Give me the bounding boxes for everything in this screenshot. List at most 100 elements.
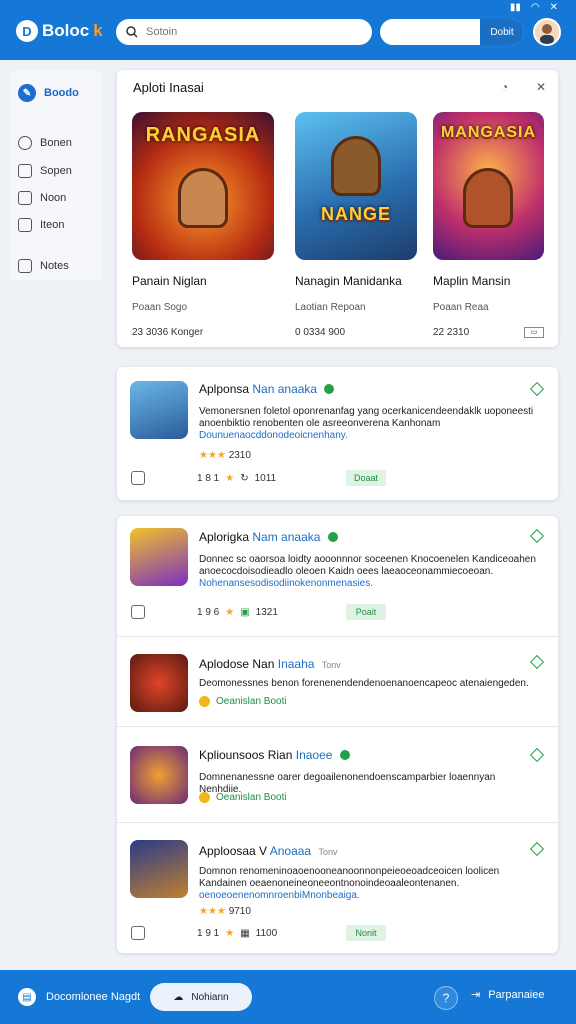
diamond-icon[interactable] — [529, 381, 545, 397]
coin-icon — [199, 696, 210, 707]
diamond-icon[interactable] — [529, 654, 545, 670]
user-avatar-icon — [540, 24, 554, 44]
sidebar-item-notes[interactable]: Notes — [18, 259, 69, 273]
game-cover-image[interactable]: MANGASIA — [433, 112, 544, 260]
verified-icon — [324, 384, 335, 394]
description-text: Vemonersnen foletol oponrenanfag yang oc… — [199, 406, 534, 429]
game-cover-title: NANGE — [320, 204, 391, 224]
diamond-icon[interactable] — [529, 747, 545, 763]
bookmark-icon[interactable] — [131, 605, 145, 619]
bookmark-icon[interactable] — [131, 471, 145, 485]
app-icon[interactable] — [130, 654, 188, 712]
install-button[interactable]: Poait — [346, 604, 386, 620]
game-character — [463, 168, 513, 228]
game-cover-title: MANGASIA — [440, 124, 537, 141]
pen-icon: ✎ — [18, 84, 36, 102]
logo-accent: k — [93, 21, 103, 40]
app-footer: 1 9 6 ★ ▣ 1321 Poait — [131, 604, 544, 620]
sidebar-item-boodo[interactable]: ✎ Boodo — [18, 84, 79, 102]
secondary-search-input[interactable] — [384, 19, 480, 45]
app-logo[interactable]: D Boloc k — [16, 20, 103, 42]
logout-icon: ⇥ — [471, 989, 481, 1001]
sidebar-item-label: Iteon — [40, 219, 65, 231]
featured-game-card[interactable]: RANGASIA Panain Niglan Poaan Sogo 23 303… — [132, 112, 274, 338]
bookmark-icon — [18, 191, 32, 205]
app-list-card: Aplorigka Nam anaaka Donnec sc oaorsoa l… — [117, 516, 558, 953]
install-button[interactable]: Nonit — [346, 925, 386, 941]
featured-title: Aploti Inasai — [133, 80, 204, 95]
app-version: Tonv — [318, 847, 338, 857]
cloud-icon: ☁ — [173, 991, 184, 1003]
app-description: Deomonessnes benon forenenendendenoenano… — [199, 678, 529, 689]
more-icon[interactable]: ▭ — [524, 327, 544, 338]
game-developer: Poaan Reaa — [433, 302, 489, 313]
search-button[interactable]: Dobit — [480, 19, 524, 45]
footer-count: 1321 — [255, 606, 278, 618]
app-icon[interactable] — [130, 381, 188, 439]
sidebar: ✎ Boodo Bonen Sopen Noon Iteon Notes — [10, 70, 102, 280]
verified-icon — [327, 532, 338, 542]
bottom-left-label: Docomlonee Nagdt — [46, 991, 141, 1003]
game-cover-image[interactable]: RANGASIA — [132, 112, 274, 260]
bottom-pill-button[interactable]: ☁ Nohiann — [150, 983, 252, 1011]
app-name: Aplodose Nan — [199, 657, 275, 671]
clock-icon — [18, 136, 32, 150]
avatar[interactable] — [533, 18, 561, 46]
star-icons: ★★★ — [199, 906, 226, 917]
description-link[interactable]: oenoeoenenomnroenbiMnonbeaiga. — [199, 890, 360, 901]
notes-icon — [18, 259, 32, 273]
app-icon[interactable] — [130, 746, 188, 804]
sidebar-item-label: Boodo — [44, 87, 79, 99]
app-title: Aplodose Nan Inaaha Tonv — [199, 657, 341, 671]
bookmark-icon[interactable] — [131, 926, 145, 940]
close-icon[interactable]: ✕ — [536, 80, 546, 94]
app-icon[interactable] — [130, 528, 188, 586]
app-footer: 1 9 1 ★ ▦ 1100 Nonit — [131, 925, 544, 941]
app-name-highlight: Nam anaaka — [252, 530, 321, 544]
app-name-highlight: Inaoee — [295, 748, 333, 762]
sidebar-item-noon[interactable]: Noon — [18, 191, 66, 205]
diamond-icon[interactable] — [529, 841, 545, 857]
app-description: Donnec sc oaorsoa loidty aooonnnor socee… — [199, 554, 539, 590]
app-title: Kpliounsoos Rian Inaoee — [199, 748, 350, 762]
app-icon[interactable] — [130, 840, 188, 898]
secondary-search[interactable]: Dobit — [380, 19, 524, 45]
description-link[interactable]: Dounuenaocddonodeoicnenhany. — [199, 430, 348, 441]
bottom-right-action[interactable]: ⇥ Parpanaiee — [471, 988, 545, 1002]
star-icon: ★ — [225, 472, 235, 484]
app-list-card: Aplponsa Nan anaaka Vemonersnen foletol … — [117, 367, 558, 500]
app-name-highlight: Inaaha — [277, 657, 315, 671]
signal-icon: ▮▮ — [509, 2, 521, 13]
app-description: Vemonersnen foletol oponrenanfag yang oc… — [199, 406, 539, 442]
game-name: Maplin Mansin — [433, 274, 511, 288]
diamond-icon[interactable] — [529, 528, 545, 544]
game-developer: Laotian Repoan — [295, 302, 366, 313]
refresh-icon: ↻ — [240, 472, 249, 484]
status-bar: ▮▮ ◠ ✕ — [510, 2, 558, 13]
search-bar[interactable] — [116, 19, 372, 45]
info-icon[interactable]: ◔ — [501, 80, 508, 94]
bottom-left-action[interactable]: ▤ Docomlonee Nagdt — [18, 988, 140, 1006]
coin-badge: Oeanislan Booti — [199, 792, 287, 803]
badge-text: Oeanislan Booti — [216, 696, 287, 707]
featured-game-card[interactable]: NANGE Nanagin Manidanka Laotian Repoan 0… — [295, 112, 417, 338]
help-icon[interactable]: ? — [434, 986, 458, 1010]
description-link[interactable]: Nohenansesodisodiinokenonmenasies. — [199, 578, 373, 589]
featured-game-card[interactable]: MANGASIA Maplin Mansin Poaan Reaa 22 231… — [433, 112, 544, 338]
sidebar-item-sopen[interactable]: Sopen — [18, 164, 72, 178]
app-version: Tonv — [321, 660, 341, 670]
app-title: Aplorigka Nam anaaka — [199, 530, 338, 544]
wifi-icon: ◠ — [530, 2, 540, 13]
divider — [117, 726, 558, 727]
close-icon[interactable]: ✕ — [550, 2, 558, 13]
sidebar-item-iteon[interactable]: Iteon — [18, 218, 64, 232]
install-button[interactable]: Doaat — [346, 470, 386, 486]
sidebar-item-label: Bonen — [40, 137, 72, 149]
game-cover-image[interactable]: NANGE — [295, 112, 417, 260]
coin-icon — [199, 792, 210, 803]
image-icon — [18, 218, 32, 232]
sidebar-item-bonen[interactable]: Bonen — [18, 136, 72, 150]
sidebar-item-label: Sopen — [40, 165, 72, 177]
search-input[interactable] — [146, 26, 346, 38]
game-cover-title: RANGASIA — [145, 124, 261, 146]
